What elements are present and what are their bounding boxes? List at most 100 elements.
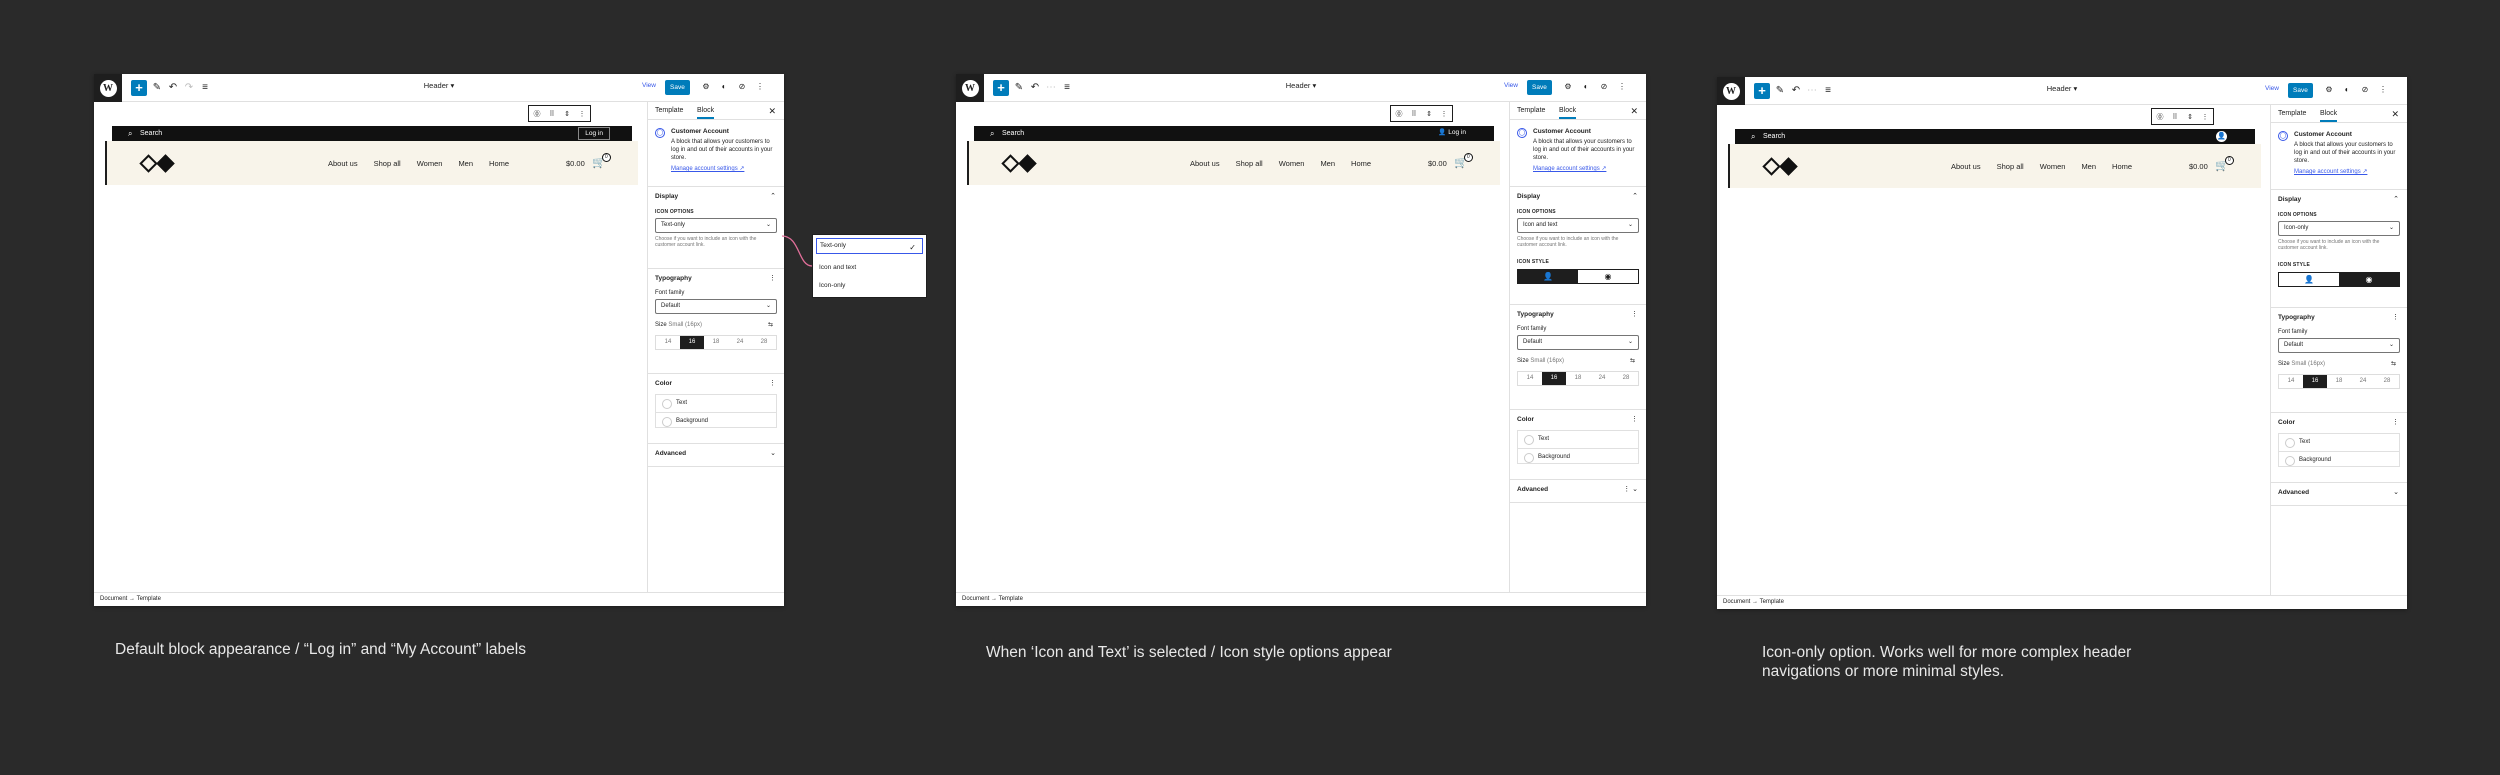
options-icon[interactable]: ⋮ [2392,313,2399,321]
text-color-option[interactable]: Text [1518,431,1638,448]
drag-handle-icon[interactable]: ⠿ [547,110,557,118]
size-option[interactable]: 14 [1518,372,1542,385]
account-icon[interactable]: 👤 [2216,131,2227,142]
options-icon[interactable]: ⋮ [769,379,776,387]
settings-gear-icon[interactable]: ⚙ [2324,85,2334,95]
more-options-icon[interactable]: ⋮ [2378,85,2388,95]
size-option[interactable]: 16 [2303,375,2327,388]
nav-item[interactable]: Home [1351,159,1371,168]
size-option[interactable]: 28 [1614,372,1638,385]
font-family-select[interactable]: Default ⌄ [2278,338,2400,353]
tab-template[interactable]: Template [2278,110,2306,117]
options-icon[interactable]: ⋮ [1631,415,1638,423]
size-option[interactable]: 14 [656,336,680,349]
close-icon[interactable]: ✕ [2391,109,2399,120]
breadcrumb[interactable]: Document → Template [1717,595,2407,609]
nav-item[interactable]: About us [1190,159,1220,168]
icon-options-select[interactable]: Icon and text ⌄ [1517,218,1639,233]
customer-account-icon[interactable]: ⓪ [532,109,542,119]
manage-account-link[interactable]: Manage account settings ↗ [655,165,777,173]
chevron-up-icon[interactable]: ⌃ [1632,192,1638,200]
cart-icon[interactable]: 🛒 0 [592,153,611,169]
nav-item[interactable]: Shop all [1997,162,2024,171]
tab-block[interactable]: Block [2320,110,2338,122]
icon-options-select[interactable]: Text-only ⌄ [655,218,777,233]
nav-item[interactable]: Men [2081,162,2096,171]
nav-item[interactable]: Home [2112,162,2132,171]
drag-handle-icon[interactable]: ⠿ [2170,113,2180,121]
nav-item[interactable]: Women [2040,162,2066,171]
custom-size-icon[interactable]: ⇆ [768,321,773,328]
customer-account-icon[interactable]: ⓪ [2155,112,2165,122]
drag-handle-icon[interactable]: ⠿ [1409,110,1419,118]
size-option[interactable]: 24 [1590,372,1614,385]
more-options-icon[interactable]: ⋮ [755,82,765,92]
close-icon[interactable]: ✕ [768,106,776,117]
dropdown-option-icon-only[interactable]: Icon-only [819,282,845,289]
tab-block[interactable]: Block [1559,107,1577,119]
manage-account-link[interactable]: Manage account settings ↗ [2278,168,2400,176]
icon-style-solid-user-icon[interactable]: 👤 [1518,270,1578,283]
woocommerce-icon[interactable]: ⊘ [737,82,747,92]
site-logo[interactable] [139,154,179,175]
nav-item[interactable]: Home [489,159,509,168]
dropdown-option-text-only[interactable]: Text-only ✓ [816,238,923,254]
site-logo[interactable] [1762,157,1802,178]
block-more-icon[interactable]: ⋮ [1439,110,1449,118]
site-logo[interactable] [1001,154,1041,175]
more-options-icon[interactable]: ⋮ [1617,82,1627,92]
icon-options-select[interactable]: Icon-only ⌄ [2278,221,2400,236]
tab-template[interactable]: Template [655,107,683,114]
breadcrumb[interactable]: Document → Template [956,592,1646,606]
woocommerce-icon[interactable]: ⊘ [2360,85,2370,95]
options-icon[interactable]: ⋮ [1631,310,1638,318]
styles-half-circle-icon[interactable]: ◐ [2342,85,2352,95]
nav-item[interactable]: Women [1279,159,1305,168]
cart-icon[interactable]: 🛒 0 [2215,156,2234,172]
size-option[interactable]: 24 [2351,375,2375,388]
icon-style-circle-user-icon[interactable]: ◉ [1578,270,1638,283]
search-bar[interactable]: ⌕ Search 👤 Log in [974,126,1494,141]
breadcrumb[interactable]: Document → Template [94,592,784,606]
size-option[interactable]: 18 [2327,375,2351,388]
font-family-select[interactable]: Default ⌄ [1517,335,1639,350]
log-in-link[interactable]: Log in [578,127,610,140]
styles-half-circle-icon[interactable]: ◐ [1581,82,1591,92]
tab-template[interactable]: Template [1517,107,1545,114]
size-option[interactable]: 28 [2375,375,2399,388]
nav-item[interactable]: Shop all [1236,159,1263,168]
options-icon[interactable]: ⋮ [769,274,776,282]
save-button[interactable]: Save [665,80,690,95]
custom-size-icon[interactable]: ⇆ [2391,360,2396,367]
chevron-up-icon[interactable]: ⌃ [770,192,776,200]
icon-style-circle-user-icon[interactable]: ◉ [2339,273,2399,286]
size-option[interactable]: 24 [728,336,752,349]
search-bar[interactable]: ⌕ Search Log in [112,126,632,141]
dropdown-option-icon-and-text[interactable]: Icon and text [819,264,856,271]
advanced-panel[interactable]: Advanced ⌄ [2271,482,2407,506]
save-button[interactable]: Save [1527,80,1552,95]
options-icon[interactable]: ⋮ [2392,418,2399,426]
icon-style-solid-user-icon[interactable]: 👤 [2279,273,2339,286]
size-option[interactable]: 18 [1566,372,1590,385]
woocommerce-icon[interactable]: ⊘ [1599,82,1609,92]
size-option[interactable]: 28 [752,336,776,349]
customer-account-icon[interactable]: ⓪ [1394,109,1404,119]
nav-item[interactable]: Men [458,159,473,168]
styles-half-circle-icon[interactable]: ◐ [719,82,729,92]
save-button[interactable]: Save [2288,83,2313,98]
background-color-option[interactable]: Background [2279,451,2399,468]
nav-item[interactable]: Men [1320,159,1335,168]
move-up-down-icon[interactable]: ⇕ [2185,113,2195,121]
custom-size-icon[interactable]: ⇆ [1630,357,1635,364]
text-color-option[interactable]: Text [2279,434,2399,451]
size-option[interactable]: 16 [1542,372,1566,385]
font-family-select[interactable]: Default ⌄ [655,299,777,314]
nav-item[interactable]: Shop all [374,159,401,168]
settings-gear-icon[interactable]: ⚙ [1563,82,1573,92]
advanced-panel[interactable]: Advanced ⋮ ⌄ [1510,479,1646,503]
background-color-option[interactable]: Background [1518,448,1638,465]
block-more-icon[interactable]: ⋮ [577,110,587,118]
log-in-link[interactable]: 👤 Log in [1432,127,1472,140]
background-color-option[interactable]: Background [656,412,776,429]
